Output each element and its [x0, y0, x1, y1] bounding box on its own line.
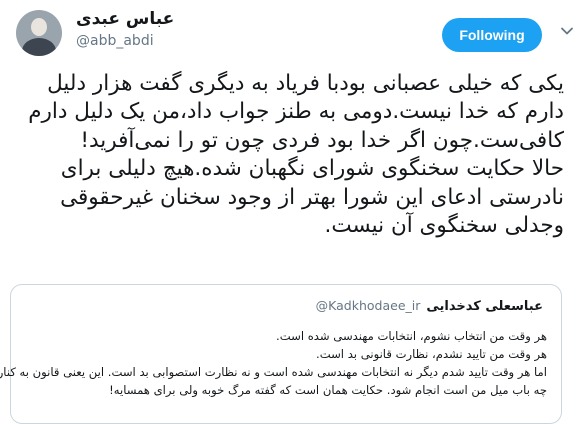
author-name[interactable]: عباس عبدی	[76, 9, 174, 29]
quoted-line: چه باب میل من است انجام شود. حکایت همان …	[109, 383, 547, 397]
avatar-body	[22, 38, 56, 56]
tweet-line: حالا حکایت سخنگوی شورای نگهبان شده.هیچ د…	[60, 156, 564, 182]
tweet-line: یکی که خیلی عصبانی بودبا فریاد به دیگری …	[47, 71, 564, 96]
avatar-head	[31, 18, 47, 36]
avatar[interactable]	[16, 10, 62, 56]
quoted-line: هر وقت من انتخاب نشوم، انتخابات مهندسی ش…	[276, 329, 547, 343]
quoted-tweet[interactable]: عباسعلی کدخدایی @Kadkhodaee_ir هر وقت من…	[0, 284, 562, 424]
quoted-line: اما هر وقت تایید شدم دیگر نه انتخابات مه…	[0, 365, 547, 379]
quoted-author-handle: @Kadkhodaee_ir	[315, 298, 421, 313]
quoted-tweet-text: هر وقت من انتخاب نشوم، انتخابات مهندسی ش…	[0, 327, 547, 399]
tweet-text: یکی که خیلی عصبانی بودبا فریاد به دیگری …	[10, 70, 564, 240]
tweet-line: وجدلی سخنگوی آن نیست.	[324, 213, 565, 239]
tweet-line: نادرستی ادعای این شورا بهتر از وجود سخنا…	[60, 184, 564, 210]
quoted-author-name: عباسعلی کدخدایی	[426, 299, 543, 314]
quoted-tweet-header: عباسعلی کدخدایی @Kadkhodaee_ir	[316, 298, 543, 314]
chevron-down-icon[interactable]	[560, 24, 574, 38]
following-button[interactable]: Following	[442, 18, 542, 52]
tweet-line: دارم که خدا نیست.دومی به طنز جواب داد،من…	[28, 99, 564, 125]
quoted-line: هر وقت من تایید نشدم، نظارت قانونی بد اس…	[316, 347, 547, 361]
author-handle[interactable]: @abb_abdi	[76, 33, 154, 49]
tweet-line: کافی‌ست.چون اگر خدا بود فردی چون تو را ن…	[80, 127, 564, 153]
tweet-header: عباس عبدی @abb_abdi Following	[0, 0, 584, 60]
